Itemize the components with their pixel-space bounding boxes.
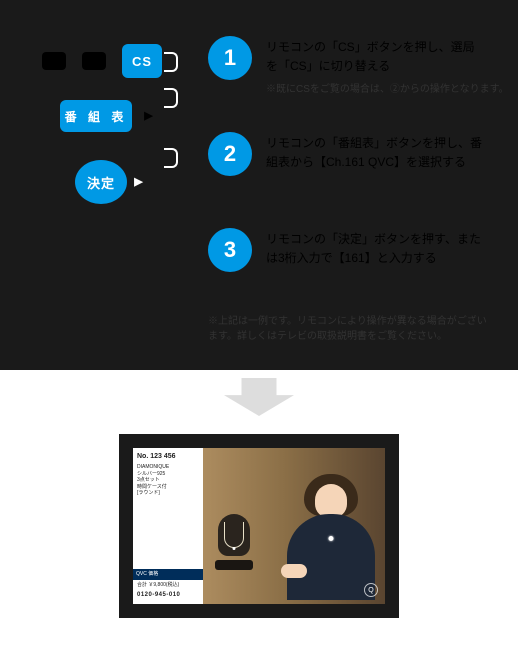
step-1: 1 リモコンの「CS」ボタンを押し、選局を「CS」に切り替える ※既にCSをご覧…	[208, 36, 509, 95]
presenter-figure	[285, 474, 377, 604]
instruction-footnote: ※上記は一例です。リモコンにより操作が異なる場合がございます。詳しくはテレビの取…	[208, 314, 488, 344]
remote-button-placeholder-2	[82, 52, 106, 70]
product-info-panel: No. 123 456 DIAMONIQUE シルバー925 3点セット 時間ケ…	[133, 448, 203, 604]
step-number: 3	[208, 228, 252, 272]
down-arrow-icon	[224, 378, 294, 416]
step-note: ※既にCSをご覧の場合は、②からの操作となります。	[266, 80, 509, 95]
remote-button-placeholder-1	[42, 52, 66, 70]
step-text: リモコンの「決定」ボタンを押す、または3桁入力で【161】と入力する	[266, 228, 486, 268]
price-label-badge: QVC 価格	[133, 569, 203, 580]
remote-cs-button: CS	[122, 44, 162, 78]
tv-screen: No. 123 456 DIAMONIQUE シルバー925 3点セット 時間ケ…	[133, 448, 385, 604]
tv-frame: No. 123 456 DIAMONIQUE シルバー925 3点セット 時間ケ…	[119, 434, 399, 618]
channel-logo-icon: Q	[364, 583, 378, 597]
step-2: 2 リモコンの「番組表」ボタンを押し、番組表から【Ch.161 QVC】を選択す…	[208, 132, 486, 176]
remote-enter-button: 決定	[75, 160, 127, 204]
remote-right-icon: ▶	[138, 104, 160, 126]
product-number: No. 123 456	[137, 452, 199, 461]
step-3: 3 リモコンの「決定」ボタンを押す、または3桁入力で【161】と入力する	[208, 228, 486, 272]
instruction-panel: CS 番 組 表 ▶ 決定 ▶ 1 リモコンの「CS」ボタンを押し、選局を「CS…	[0, 0, 518, 370]
step-number: 2	[208, 132, 252, 176]
remote-enter-right-icon: ▶	[128, 170, 150, 192]
connector-icon	[164, 52, 192, 72]
connector-icon	[164, 148, 192, 168]
product-description: DIAMONIQUE シルバー925 3点セット 時間ケース付 [ラウンド]	[137, 464, 199, 566]
step-number: 1	[208, 36, 252, 80]
remote-guide-button: 番 組 表	[60, 100, 132, 132]
connector-icon	[164, 88, 192, 108]
result-panel: No. 123 456 DIAMONIQUE シルバー925 3点セット 時間ケ…	[0, 370, 518, 648]
necklace-icon	[224, 522, 244, 548]
broadcast-scene: Q	[203, 448, 385, 604]
step-text: リモコンの「番組表」ボタンを押し、番組表から【Ch.161 QVC】を選択する	[266, 132, 486, 172]
necklace-stand-icon	[215, 514, 253, 576]
pendant-icon	[329, 536, 334, 541]
step-text: リモコンの「CS」ボタンを押し、選局を「CS」に切り替える	[266, 36, 486, 76]
phone-number: 0120-945-010	[137, 588, 199, 600]
product-price: 合計 ￥9,800(税込)	[137, 580, 199, 589]
